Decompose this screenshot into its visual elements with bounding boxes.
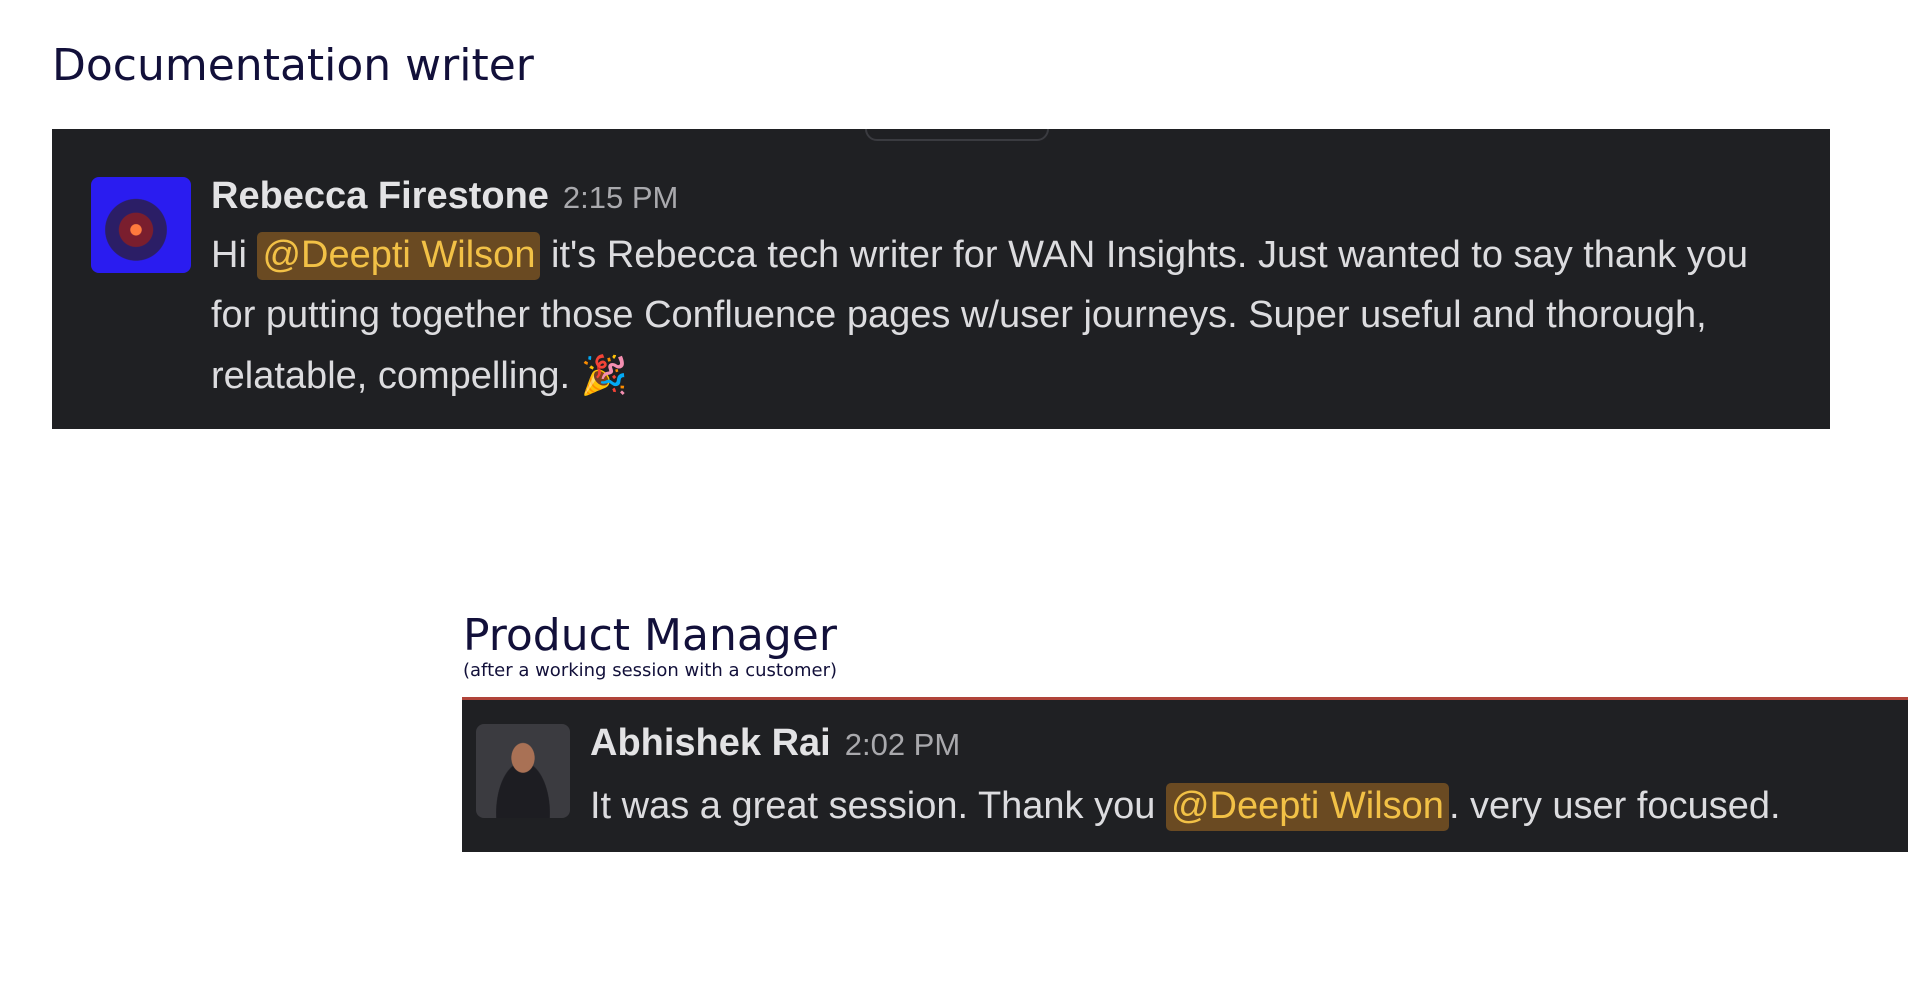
page: Documentation writer Rebecca Firestone 2:… [0, 0, 1920, 1000]
user-mention[interactable]: @Deepti Wilson [257, 232, 541, 280]
avatar[interactable] [91, 177, 191, 273]
message-timestamp[interactable]: 2:02 PM [845, 727, 960, 762]
message-timestamp[interactable]: 2:15 PM [563, 180, 678, 215]
message-text: Hi @Deepti Wilson it's Rebecca tech writ… [211, 225, 1801, 406]
message-text: It was a great session. Thank you @Deept… [590, 776, 1900, 836]
section-subtitle: (after a working session with a customer… [463, 660, 837, 681]
party-popper-icon: 🎉 [580, 353, 628, 397]
message-header: Abhishek Rai 2:02 PM [590, 722, 960, 765]
message-text-start: It was a great session. Thank you [590, 785, 1166, 827]
avatar[interactable] [476, 724, 570, 818]
message-text-end: . very user focused. [1448, 785, 1781, 827]
section-title-product-manager: Product Manager [463, 610, 837, 661]
hover-toolbar-handle [865, 129, 1049, 141]
message-text-start: Hi [211, 234, 258, 276]
slack-message-card: Abhishek Rai 2:02 PM It was a great sessi… [462, 697, 1908, 852]
message-header: Rebecca Firestone 2:15 PM [211, 175, 678, 218]
user-mention[interactable]: @Deepti Wilson [1165, 783, 1449, 831]
author-name[interactable]: Abhishek Rai [590, 722, 831, 764]
slack-message-card: Rebecca Firestone 2:15 PM Hi @Deepti Wils… [52, 129, 1830, 429]
author-name[interactable]: Rebecca Firestone [211, 175, 549, 217]
section-title-documentation-writer: Documentation writer [52, 40, 534, 91]
